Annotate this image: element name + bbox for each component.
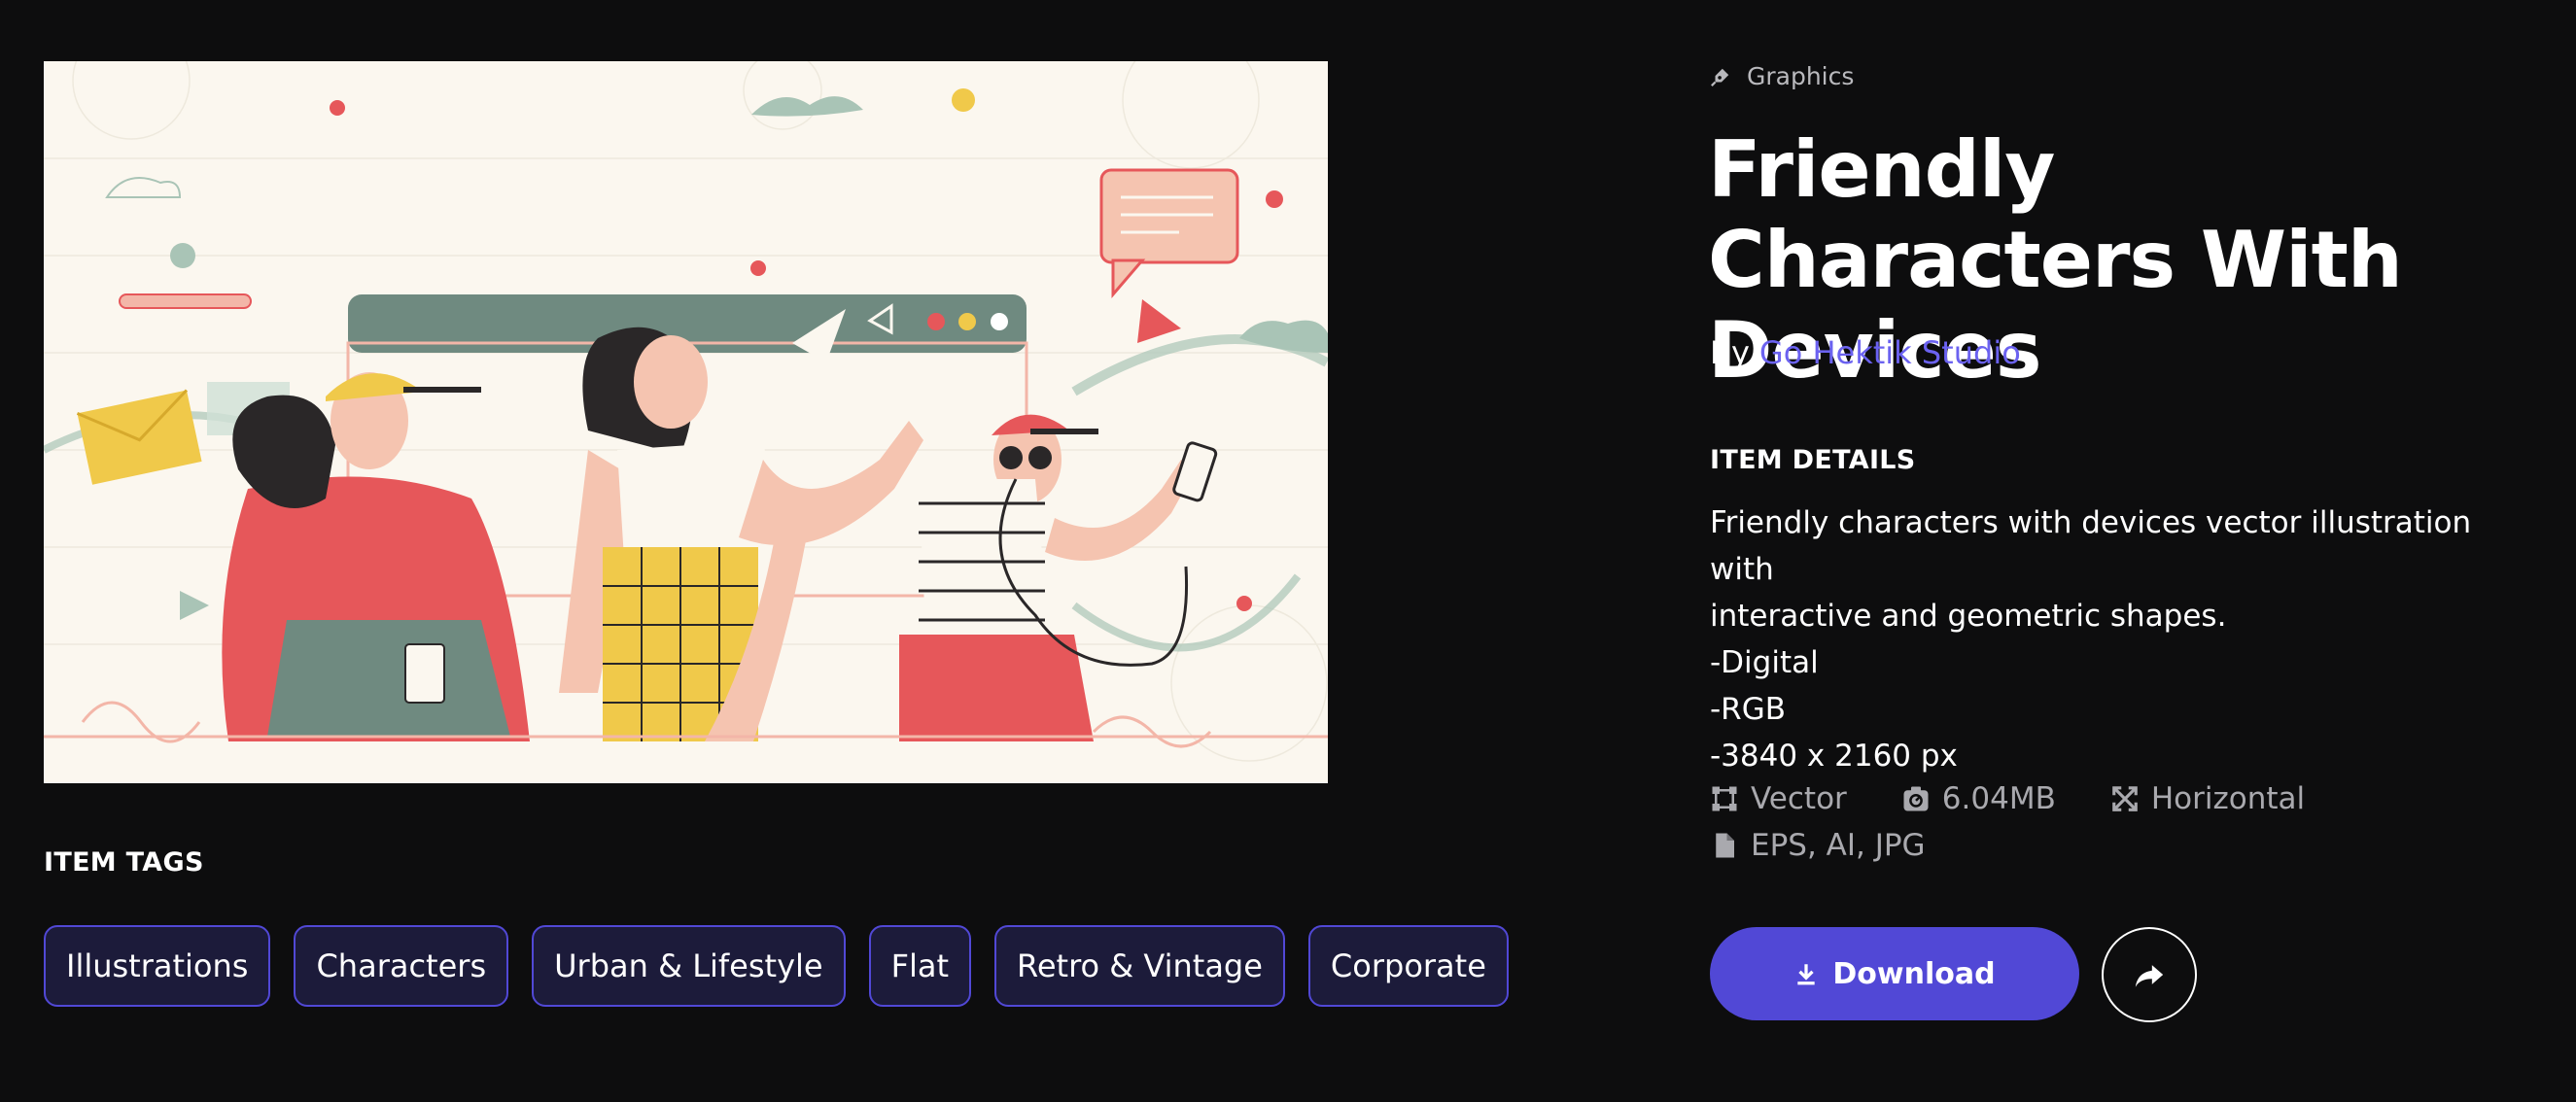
- download-label: Download: [1832, 956, 1996, 991]
- description-line: Friendly characters with devices vector …: [1710, 505, 2472, 587]
- item-meta-row: EPS, AI, JPG: [1710, 828, 1980, 863]
- item-byline: By Go Hektik Studio: [1710, 334, 2021, 371]
- tag-corporate[interactable]: Corporate: [1307, 925, 1509, 1007]
- item-tags-heading: ITEM TAGS: [44, 847, 204, 878]
- share-button[interactable]: [2102, 927, 2197, 1022]
- meta-orientation-label: Horizontal: [2150, 781, 2306, 816]
- item-tags-list: Illustrations Characters Urban & Lifesty…: [44, 925, 1509, 1007]
- meta-files-label: EPS, AI, JPG: [1751, 828, 1926, 863]
- tag-illustrations[interactable]: Illustrations: [44, 925, 271, 1007]
- item-description: Friendly characters with devices vector …: [1710, 499, 2536, 779]
- by-label: By: [1710, 334, 1750, 371]
- description-line: -3840 x 2160 px: [1710, 739, 1958, 774]
- meta-format-label: Vector: [1751, 781, 1847, 816]
- expand-arrows-icon: [2112, 786, 2138, 811]
- download-button[interactable]: Download: [1710, 927, 2079, 1020]
- download-icon: [1797, 964, 1816, 985]
- file-size-icon: [1903, 786, 1929, 811]
- file-icon: [1716, 833, 1734, 858]
- description-line: interactive and geometric shapes.: [1710, 599, 2227, 634]
- meta-format: Vector: [1710, 781, 1847, 816]
- description-line: -Digital: [1710, 645, 1819, 680]
- item-details-heading: ITEM DETAILS: [1710, 445, 1916, 475]
- tag-flat[interactable]: Flat: [868, 925, 972, 1007]
- item-meta-row: Vector 6.04MB Horizontal: [1710, 781, 2359, 816]
- item-category[interactable]: Graphics: [1710, 62, 1854, 90]
- characters-illustration: [44, 61, 1328, 783]
- meta-files: EPS, AI, JPG: [1710, 828, 1926, 863]
- meta-size-label: 6.04MB: [1941, 781, 2056, 816]
- tag-retro-vintage[interactable]: Retro & Vintage: [994, 925, 1285, 1007]
- author-link[interactable]: Go Hektik Studio: [1759, 334, 2021, 371]
- category-label: Graphics: [1747, 62, 1855, 90]
- meta-size: 6.04MB: [1901, 781, 2056, 816]
- description-line: -RGB: [1710, 692, 1787, 727]
- tag-urban-lifestyle[interactable]: Urban & Lifestyle: [532, 925, 846, 1007]
- meta-orientation: Horizontal: [2110, 781, 2305, 816]
- tag-characters[interactable]: Characters: [294, 925, 509, 1007]
- vector-icon: [1712, 786, 1737, 811]
- pen-nib-icon: [1711, 68, 1729, 86]
- item-preview-image[interactable]: [44, 61, 1328, 783]
- share-arrow-icon: [2135, 965, 2164, 987]
